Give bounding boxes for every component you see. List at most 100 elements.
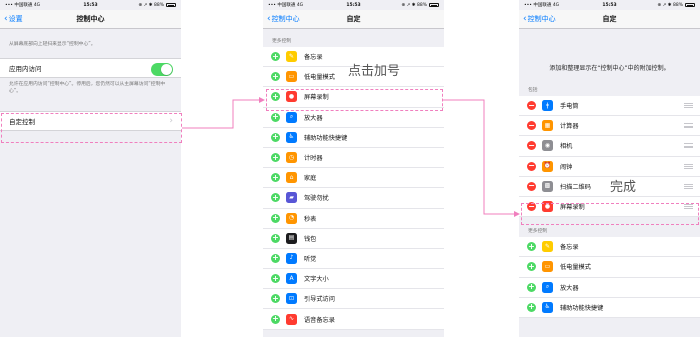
control-row[interactable]: + ▭ 低电量模式 (519, 257, 700, 278)
chevron-left-icon: ‹ (267, 13, 271, 24)
app-access-label: 应用内访问 (9, 65, 42, 74)
control-label: 文字大小 (304, 276, 329, 284)
control-label: 语音备忘录 (304, 316, 335, 324)
battery-icon (685, 3, 695, 7)
control-label: 计算器 (560, 123, 579, 131)
back-button[interactable]: ‹ 控制中心 (267, 14, 300, 24)
remove-control-button[interactable]: − (527, 181, 536, 191)
add-control-button[interactable]: + (271, 253, 280, 263)
text-size-icon: A (286, 273, 297, 285)
control-row[interactable]: + ◔ 秒表 (263, 208, 444, 229)
control-row[interactable]: + ♿ 辅助功能快捷键 (519, 297, 700, 318)
add-control-button[interactable]: + (271, 274, 280, 284)
wallet-icon: ▤ (286, 232, 297, 244)
battery-icon: ▭ (542, 261, 553, 273)
back-button[interactable]: ‹ 控制中心 (523, 14, 556, 24)
voice-memo-icon: ∿ (286, 313, 297, 325)
add-control-button[interactable]: + (271, 72, 280, 82)
reorder-handle-icon[interactable] (684, 163, 693, 169)
reorder-handle-icon[interactable] (684, 183, 693, 189)
battery-icon (166, 3, 176, 7)
car-icon: ▰ (286, 192, 297, 204)
add-control-button[interactable]: + (527, 302, 536, 312)
control-row[interactable]: + ♿ 辅助功能快捷键 (263, 127, 444, 148)
timer-icon: ◷ (286, 152, 297, 164)
section-header-included: 包括 (528, 88, 538, 93)
control-label: 计时器 (304, 155, 323, 163)
control-row[interactable]: − ǂ 手电筒 (519, 96, 700, 117)
battery-icon: ▭ (286, 71, 297, 83)
control-row[interactable]: + ∿ 语音备忘录 (263, 309, 444, 330)
control-label: 辅助功能快捷键 (560, 304, 604, 312)
notes-icon: ✎ (286, 51, 297, 63)
control-row[interactable]: + ▰ 驾驶勿扰 (263, 188, 444, 209)
reorder-handle-icon[interactable] (684, 123, 693, 129)
add-control-button[interactable]: + (271, 173, 280, 183)
reorder-handle-icon[interactable] (684, 143, 693, 149)
control-label: 驾驶勿扰 (304, 195, 329, 203)
magnifier-icon: ⌕ (542, 281, 553, 293)
control-row[interactable]: + ♪ 听觉 (263, 248, 444, 270)
remove-control-button[interactable]: − (527, 141, 536, 151)
app-access-cell: 应用内访问 (0, 58, 181, 79)
more-controls-list: + ✎ 备忘录 + ▭ 低电量模式 + ⌕ 放大器 + ♿ 辅助功能快捷键 (519, 237, 700, 318)
control-label: 钱包 (304, 235, 317, 243)
control-row[interactable]: + ◷ 计时器 (263, 147, 444, 169)
control-label: 手电筒 (560, 103, 579, 111)
chevron-left-icon: ‹ (523, 13, 527, 24)
app-access-note: 允许在应用内访问“控制中心”。停用后，您仍然可以从主屏幕访问“控制中心”。 (9, 82, 166, 95)
highlight-screen-recording-add (266, 89, 443, 111)
control-row[interactable]: + ▤ 钱包 (263, 228, 444, 249)
add-control-button[interactable]: + (271, 153, 280, 163)
control-row[interactable]: − ◉ 相机 (519, 136, 700, 157)
control-row[interactable]: − ▦ 计算器 (519, 116, 700, 137)
nav-bar: ‹ 控制中心 自定 (263, 10, 444, 29)
app-access-toggle[interactable] (151, 63, 173, 77)
remove-control-button[interactable]: − (527, 161, 536, 171)
control-label: 扫描二维码 (560, 183, 591, 191)
control-row[interactable]: + A 文字大小 (263, 269, 444, 290)
control-label: 相机 (560, 143, 573, 151)
magnifier-icon: ⌕ (286, 111, 297, 123)
add-control-button[interactable]: + (271, 233, 280, 243)
add-control-button[interactable]: + (527, 262, 536, 272)
add-control-button[interactable]: + (271, 314, 280, 324)
qr-code-icon: ▩ (542, 180, 553, 192)
add-control-button[interactable]: + (271, 193, 280, 203)
home-icon: ⌂ (286, 172, 297, 184)
control-label: 家庭 (304, 175, 317, 183)
add-control-button[interactable]: + (271, 294, 280, 304)
add-control-button[interactable]: + (271, 112, 280, 122)
back-button[interactable]: ‹ 设置 (4, 14, 23, 24)
annotation-tap-plus: 点击加号 (348, 64, 401, 79)
status-bar: ••• 中国联通 4G 15:53 ⊕ ↗ ✱ 88% (519, 0, 700, 10)
calculator-icon: ▦ (542, 120, 553, 132)
add-control-button[interactable]: + (271, 52, 280, 62)
status-bar: ••• 中国联通 4G 15:53 ⊕ ↗ ✱ 88% (0, 0, 181, 10)
add-control-button[interactable]: + (271, 132, 280, 142)
status-bar: ••• 中国联通 4G 15:53 ⊕ ↗ ✱ 88% (263, 0, 444, 10)
control-label: 秒表 (304, 215, 317, 223)
remove-control-button[interactable]: − (527, 101, 536, 111)
control-label: 听觉 (304, 255, 317, 263)
control-row[interactable]: + ⌕ 放大器 (519, 277, 700, 298)
control-row[interactable]: − ⏰ 闹钟 (519, 156, 700, 177)
section-header-more-controls: 更多控制 (272, 39, 292, 44)
arrow-step2-to-step3 (443, 99, 520, 217)
control-row[interactable]: + ⊡ 引导式访问 (263, 289, 444, 310)
add-control-button[interactable]: + (527, 282, 536, 292)
nav-bar: ‹ 设置 控制中心 (0, 10, 181, 29)
control-row[interactable]: + ⌂ 家庭 (263, 168, 444, 189)
screen-control-center: ••• 中国联通 4G 15:53 ⊕ ↗ ✱ 88% ‹ 设置 控制中心 从屏幕… (0, 0, 181, 337)
notes-icon: ✎ (542, 241, 553, 253)
screen-customize-done: ••• 中国联通 4G 15:53 ⊕ ↗ ✱ 88% ‹ 控制中心 自定 添加和… (519, 0, 700, 337)
reorder-handle-icon[interactable] (684, 103, 693, 109)
status-time: 15:53 (83, 2, 98, 8)
add-control-button[interactable]: + (527, 242, 536, 252)
control-row[interactable]: + ✎ 备忘录 (519, 237, 700, 258)
control-label: 低电量模式 (560, 264, 591, 272)
camera-icon: ◉ (542, 140, 553, 152)
remove-control-button[interactable]: − (527, 121, 536, 131)
accessibility-icon: ♿ (286, 131, 297, 143)
add-control-button[interactable]: + (271, 213, 280, 223)
